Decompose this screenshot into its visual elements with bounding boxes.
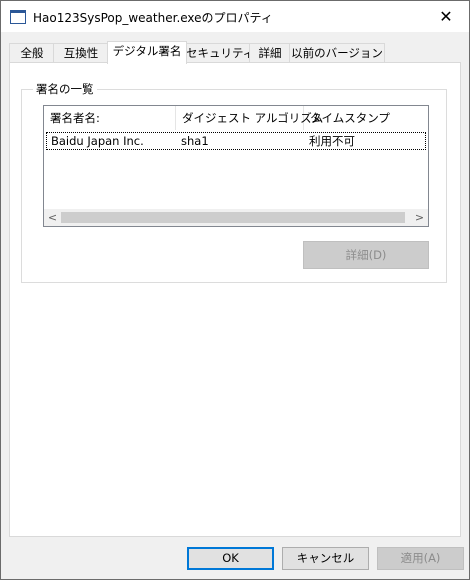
- horizontal-scrollbar[interactable]: < >: [44, 209, 428, 226]
- tab-previous-versions[interactable]: 以前のバージョン: [289, 43, 385, 62]
- close-icon[interactable]: ✕: [423, 1, 469, 32]
- list-item[interactable]: Baidu Japan Inc. sha1 利用不可: [46, 132, 426, 150]
- signature-list-label: 署名の一覧: [33, 81, 97, 97]
- details-button[interactable]: 詳細(D): [303, 241, 429, 269]
- digest-algorithm-cell: sha1: [181, 134, 209, 148]
- tab-digital-signatures[interactable]: デジタル署名: [107, 41, 187, 64]
- tab-compatibility[interactable]: 互換性: [53, 43, 109, 62]
- signature-list[interactable]: 署名者名: ダイジェスト アルゴリズム タイムスタンプ Baidu Japan …: [43, 105, 429, 227]
- scroll-right-icon[interactable]: >: [411, 209, 428, 226]
- window-title: Hao123SysPop_weather.exeのプロパティ: [33, 11, 273, 25]
- title-bar[interactable]: Hao123SysPop_weather.exeのプロパティ ✕: [1, 1, 469, 32]
- scroll-thumb[interactable]: [61, 212, 405, 223]
- tab-strip: 全般 互換性 デジタル署名 セキュリティ 詳細 以前のバージョン: [9, 41, 461, 64]
- window-icon: [10, 10, 26, 24]
- tab-security[interactable]: セキュリティ: [185, 43, 254, 62]
- scroll-left-icon[interactable]: <: [44, 209, 61, 226]
- signer-name-cell: Baidu Japan Inc.: [51, 134, 144, 148]
- tab-general[interactable]: 全般: [9, 43, 55, 62]
- timestamp-cell: 利用不可: [309, 134, 355, 148]
- column-timestamp[interactable]: タイムスタンプ: [304, 106, 428, 130]
- tab-details[interactable]: 詳細: [249, 43, 291, 62]
- cancel-button[interactable]: キャンセル: [282, 547, 369, 570]
- list-header: 署名者名: ダイジェスト アルゴリズム タイムスタンプ: [44, 106, 428, 130]
- ok-button[interactable]: OK: [187, 547, 274, 570]
- column-digest-algorithm[interactable]: ダイジェスト アルゴリズム: [176, 106, 323, 130]
- column-signer-name[interactable]: 署名者名:: [44, 106, 176, 130]
- apply-button[interactable]: 適用(A): [377, 547, 464, 570]
- properties-dialog: Hao123SysPop_weather.exeのプロパティ ✕ 全般 互換性 …: [0, 0, 470, 580]
